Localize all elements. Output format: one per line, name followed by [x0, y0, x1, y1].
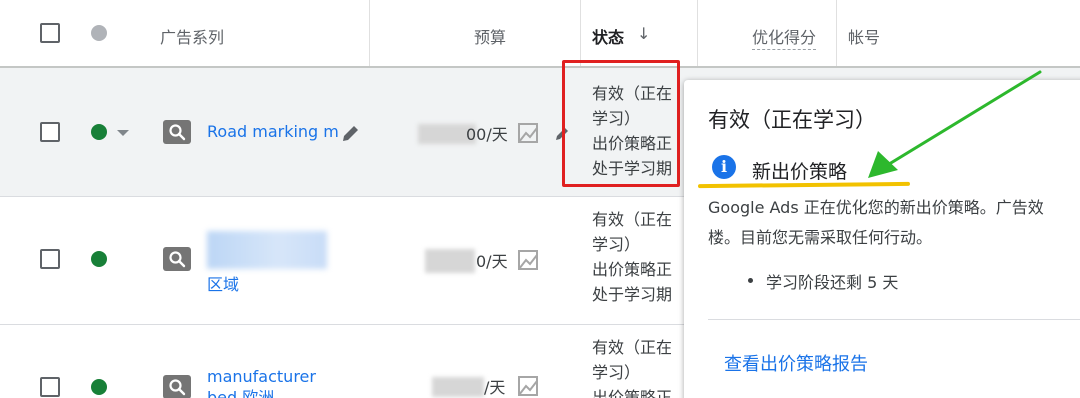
header-optimization-score[interactable]: 优化得分	[752, 24, 817, 50]
select-all-checkbox[interactable]	[40, 23, 60, 43]
blurred-campaign-name	[207, 231, 327, 269]
row-checkbox[interactable]	[40, 377, 60, 397]
edit-pencil-icon[interactable]	[340, 122, 362, 144]
budget-report-icon[interactable]	[516, 248, 540, 272]
search-campaign-icon	[163, 120, 191, 144]
status-filter-dot[interactable]	[91, 25, 107, 41]
yellow-underline-annotation	[697, 181, 911, 189]
campaign-name-link[interactable]: Road marking m	[207, 122, 339, 141]
bullet-dot	[748, 278, 753, 283]
budget-value: 0/天	[476, 252, 508, 271]
column-divider	[580, 0, 581, 66]
row-checkbox[interactable]	[40, 122, 60, 142]
popover-title: 有效（正在学习）	[708, 108, 876, 132]
popover-divider	[708, 319, 1080, 320]
status-cell: 有效（正在 学习） 出价策略正 处于学习期	[592, 210, 673, 304]
status-enabled-dot[interactable]	[91, 251, 107, 267]
budget-report-icon[interactable]	[516, 374, 540, 398]
blurred-budget	[425, 249, 475, 273]
info-icon: i	[712, 155, 736, 179]
campaign-name-link[interactable]: manufacturer bed 欧洲	[207, 366, 316, 398]
column-divider	[836, 0, 837, 66]
status-popover: 有效（正在学习） i 新出价策略 Google Ads 正在优化您的新出价策略。…	[684, 80, 1080, 398]
column-divider	[369, 0, 370, 66]
search-campaign-icon	[163, 375, 191, 398]
blurred-budget	[432, 377, 484, 397]
search-campaign-icon	[163, 247, 191, 271]
popover-description: Google Ads 正在优化您的新出价策略。广告效 楼。目前您无需采取任何行动…	[708, 198, 1044, 247]
status-enabled-dot[interactable]	[91, 124, 107, 140]
status-cell: 有效（正在 学习） 出价策略正	[592, 338, 673, 398]
campaign-name-link[interactable]: 区域	[207, 271, 239, 295]
header-campaign[interactable]: 广告系列	[160, 24, 224, 48]
header-status[interactable]: 状态	[592, 24, 624, 48]
highlight-annotation-box	[562, 60, 680, 187]
popover-bullet: 学习阶段还剩 5 天	[766, 273, 899, 292]
sort-descending-icon[interactable]: ↓	[637, 24, 650, 43]
budget-report-icon[interactable]	[516, 121, 540, 145]
budget-value: /天	[484, 378, 506, 397]
budget-value: 00/天	[466, 125, 508, 144]
table-header: 广告系列 预算 状态 ↓ 优化得分 帐号	[0, 0, 1080, 68]
header-budget[interactable]: 预算	[474, 24, 506, 48]
view-bid-strategy-report-link[interactable]: 查看出价策略报告	[724, 350, 868, 376]
column-divider	[697, 0, 698, 66]
header-account[interactable]: 帐号	[848, 24, 880, 48]
status-enabled-dot[interactable]	[91, 379, 107, 395]
campaign-table-page: 广告系列 预算 状态 ↓ 优化得分 帐号 Road marking m 00/天…	[0, 0, 1080, 398]
popover-heading: 新出价策略	[752, 161, 848, 183]
row-checkbox[interactable]	[40, 249, 60, 269]
chevron-down-icon[interactable]	[117, 130, 129, 136]
